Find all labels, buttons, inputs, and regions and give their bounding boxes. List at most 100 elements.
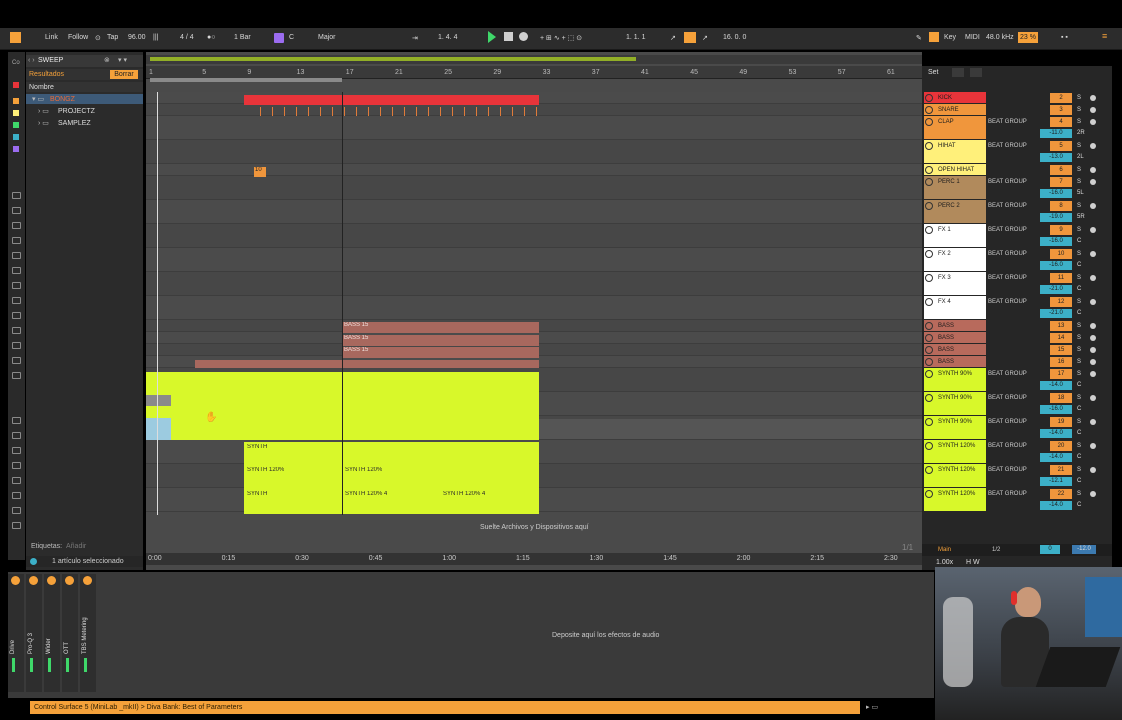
instruments-icon[interactable] <box>12 222 21 229</box>
solo-button[interactable]: S <box>1074 105 1084 115</box>
bass-clip[interactable]: BASS 15 <box>343 322 539 333</box>
punch-out-icon[interactable]: ↗ <box>702 34 708 42</box>
track-name[interactable]: SYNTH 120% <box>924 440 986 463</box>
browser-item[interactable]: › ▭ SAMPLEZ <box>26 118 143 128</box>
track-fold-icon[interactable] <box>925 250 933 258</box>
track-output-select[interactable]: BEAT GROUP <box>988 140 1027 152</box>
back-arrow-icon[interactable]: ‹ › <box>28 57 35 64</box>
arm-button-icon[interactable] <box>1090 179 1096 185</box>
arm-button-icon[interactable] <box>1090 107 1096 113</box>
track-fold-icon[interactable] <box>925 394 933 402</box>
folder-5-icon[interactable] <box>12 522 21 529</box>
punch-in-icon[interactable]: ↗ <box>670 34 676 42</box>
key-map-button[interactable]: Key <box>944 34 956 41</box>
follow-arrow-icon[interactable]: ⇥ <box>412 34 418 42</box>
track-fold-icon[interactable] <box>925 370 933 378</box>
solo-button[interactable]: S <box>1074 393 1084 403</box>
solo-button[interactable]: S <box>1074 297 1084 307</box>
track-activator-button[interactable]: 15 <box>1050 345 1072 355</box>
tempo-field[interactable]: 96.00 <box>128 34 146 41</box>
folder-icon[interactable] <box>12 462 21 469</box>
mixer-track-row[interactable]: SYNTH 120% BEAT GROUP 20 S -14.0 C <box>922 440 1112 464</box>
track-pan[interactable]: C <box>1077 261 1091 270</box>
track-output-select[interactable]: BEAT GROUP <box>988 416 1027 428</box>
track-fold-icon[interactable] <box>925 274 933 282</box>
track-name[interactable]: KICK <box>924 92 986 103</box>
solo-button[interactable]: S <box>1074 165 1084 175</box>
synth120-clips[interactable] <box>244 442 539 514</box>
track-output-select[interactable]: BEAT GROUP <box>988 440 1027 452</box>
track-name[interactable]: BASS <box>924 356 986 367</box>
track-activator-button[interactable]: 4 <box>1050 117 1072 127</box>
arm-button-icon[interactable] <box>1090 347 1096 353</box>
track-pan[interactable]: 5R <box>1077 213 1091 222</box>
track-name[interactable]: BASS <box>924 344 986 355</box>
track-activator-button[interactable]: 6 <box>1050 165 1072 175</box>
solo-button[interactable]: S <box>1074 465 1084 475</box>
track-volume[interactable]: -16.0 <box>1040 405 1072 414</box>
track-volume[interactable]: -14.0 <box>1040 501 1072 510</box>
mixer-track-row[interactable]: BASS 16 S <box>922 356 1112 368</box>
device-power-icon[interactable] <box>11 576 20 585</box>
track-activator-button[interactable]: 22 <box>1050 489 1072 499</box>
solo-button[interactable]: S <box>1074 333 1084 343</box>
sounds-icon[interactable] <box>12 192 21 199</box>
track-output-select[interactable]: BEAT GROUP <box>988 248 1027 260</box>
overview-bar[interactable] <box>146 55 922 64</box>
mixer-track-row[interactable]: FX 4 BEAT GROUP 12 S -21.0 C <box>922 296 1112 320</box>
track-pan[interactable]: C <box>1077 429 1091 438</box>
playhead[interactable] <box>157 92 158 515</box>
grooves-icon[interactable] <box>12 327 21 334</box>
device-slot[interactable]: TBS Metering <box>80 574 96 692</box>
main-output-select[interactable]: 1/2 <box>992 544 1000 556</box>
places-icon[interactable] <box>12 417 21 424</box>
track-name[interactable]: OPEN HIHAT <box>924 164 986 175</box>
clear-results-button[interactable]: Borrar <box>110 70 138 79</box>
zoom-field[interactable]: 1.00x <box>936 559 953 566</box>
scale-select[interactable]: Major <box>318 34 336 41</box>
draw-mode-icon[interactable]: ✎ <box>916 34 922 42</box>
folder-4-icon[interactable] <box>12 507 21 514</box>
track-fold-icon[interactable] <box>925 490 933 498</box>
follow-button[interactable]: Follow <box>68 34 88 41</box>
track-activator-button[interactable]: 3 <box>1050 105 1072 115</box>
search-input[interactable]: SWEEP <box>38 57 63 64</box>
overview-visible-region[interactable] <box>150 57 636 61</box>
track-volume[interactable]: -12.1 <box>1040 477 1072 486</box>
track-activator-button[interactable]: 11 <box>1050 273 1072 283</box>
arm-button-icon[interactable] <box>1090 143 1096 149</box>
track-name[interactable]: SYNTH 120% <box>924 488 986 511</box>
key-map-icon[interactable] <box>929 32 939 42</box>
samples-icon[interactable] <box>12 312 21 319</box>
mixer-track-row[interactable]: SYNTH 90% BEAT GROUP 17 S -14.0 C <box>922 368 1112 392</box>
mixer-track-row[interactable]: SYNTH 120% BEAT GROUP 22 S -14.0 C <box>922 488 1112 512</box>
track-name[interactable]: HIHAT <box>924 140 986 163</box>
track-fold-icon[interactable] <box>925 358 933 366</box>
mixer-track-row[interactable]: HIHAT BEAT GROUP 5 S -13.0 2L <box>922 140 1112 164</box>
expand-icon[interactable] <box>952 68 964 77</box>
snare-clip[interactable] <box>260 107 539 116</box>
track-volume[interactable]: -16.0 <box>1040 261 1072 270</box>
track-name[interactable]: BASS <box>924 332 986 343</box>
time-signature-field[interactable]: 4 / 4 <box>180 34 194 41</box>
mixer-track-row[interactable]: FX 3 BEAT GROUP 11 S -21.0 C <box>922 272 1112 296</box>
arm-button-icon[interactable] <box>1090 395 1096 401</box>
track-name[interactable]: SYNTH 90% <box>924 416 986 439</box>
device-slot[interactable]: Pro-Q 3 <box>26 574 42 692</box>
main-volume[interactable]: 0 <box>1040 545 1060 554</box>
folder-2-icon[interactable] <box>12 477 21 484</box>
device-power-icon[interactable] <box>47 576 56 585</box>
collection-blue-icon[interactable] <box>13 134 19 140</box>
track-fold-icon[interactable] <box>925 322 933 330</box>
track-activator-button[interactable]: 8 <box>1050 201 1072 211</box>
track-fold-icon[interactable] <box>925 94 933 102</box>
track-name[interactable]: CLAP <box>924 116 986 139</box>
track-fold-icon[interactable] <box>925 334 933 342</box>
selection-region-blue[interactable] <box>146 418 171 440</box>
current-project-icon[interactable] <box>12 447 21 454</box>
drums-icon[interactable] <box>12 207 21 214</box>
solo-button[interactable]: S <box>1074 249 1084 259</box>
browser-item[interactable]: › ▭ PROJECTZ <box>26 106 143 116</box>
main-track-row[interactable]: Main 1/2 0 -12.0 <box>922 544 1112 556</box>
overdub-icons[interactable]: + ⊞ ∿ + ⬚ ⊙ <box>540 34 582 42</box>
